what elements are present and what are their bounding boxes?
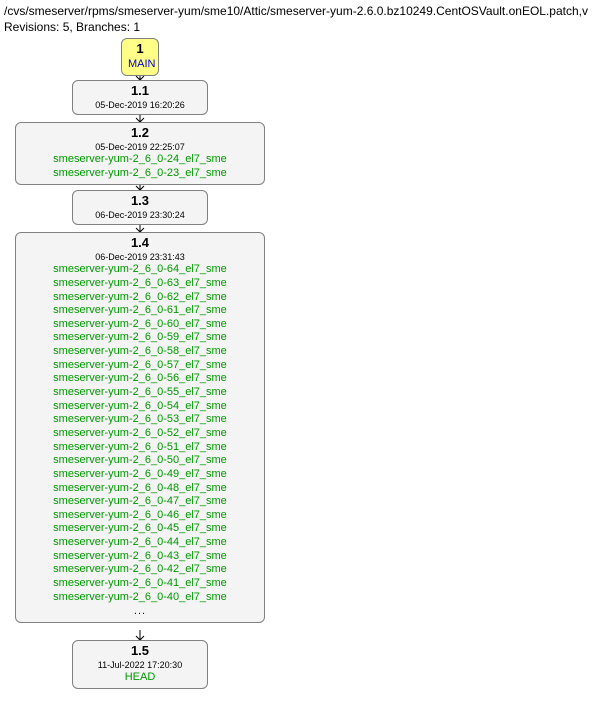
revisions-summary: Revisions: 5, Branches: 1 [4,20,140,34]
revision-tag: smeserver-yum-2_6_0-44_el7_sme [22,536,258,549]
revision-tag: smeserver-yum-2_6_0-52_el7_sme [22,427,258,440]
revision-tag: smeserver-yum-2_6_0-51_el7_sme [22,441,258,454]
revision-tag: smeserver-yum-2_6_0-63_el7_sme [22,277,258,290]
node-1-5-head: HEAD [79,671,201,684]
node-1-5-date: 11-Jul-2022 17:20:30 [79,660,201,670]
node-1-5[interactable]: 1.5 11-Jul-2022 17:20:30 HEAD [72,640,208,689]
revision-tag: smeserver-yum-2_6_0-57_el7_sme [22,359,258,372]
node-1-3-date: 06-Dec-2019 23:30:24 [79,210,201,220]
revision-tag: smeserver-yum-2_6_0-64_el7_sme [22,263,258,276]
revision-tag: smeserver-yum-2_6_0-54_el7_sme [22,400,258,413]
node-1-4-date: 06-Dec-2019 23:31:43 [22,252,258,262]
node-1-4[interactable]: 1.4 06-Dec-2019 23:31:43 smeserver-yum-2… [15,232,265,623]
revision-tag: smeserver-yum-2_6_0-24_el7_sme [22,153,258,166]
node-1-2-rev: 1.2 [22,126,258,141]
revision-tag: smeserver-yum-2_6_0-56_el7_sme [22,372,258,385]
node-1-3-rev: 1.3 [79,194,201,209]
revision-tag: smeserver-yum-2_6_0-55_el7_sme [22,386,258,399]
revision-tag: smeserver-yum-2_6_0-45_el7_sme [22,522,258,535]
revision-tag: smeserver-yum-2_6_0-42_el7_sme [22,563,258,576]
node-main[interactable]: 1 MAIN [121,38,159,76]
node-1-1[interactable]: 1.1 05-Dec-2019 16:20:26 [72,80,208,115]
node-1-4-rev: 1.4 [22,236,258,251]
revision-tag: smeserver-yum-2_6_0-43_el7_sme [22,550,258,563]
node-1-2[interactable]: 1.2 05-Dec-2019 22:25:07 smeserver-yum-2… [15,122,265,185]
node-1-1-date: 05-Dec-2019 16:20:26 [79,100,201,110]
revision-tag: smeserver-yum-2_6_0-40_el7_sme [22,591,258,604]
revision-tag: smeserver-yum-2_6_0-46_el7_sme [22,509,258,522]
revision-tag: smeserver-yum-2_6_0-49_el7_sme [22,468,258,481]
node-1-5-rev: 1.5 [79,644,201,659]
file-path: /cvs/smeserver/rpms/smeserver-yum/sme10/… [4,4,588,18]
node-1-1-rev: 1.1 [79,84,201,99]
revision-tag: smeserver-yum-2_6_0-62_el7_sme [22,291,258,304]
node-1-4-ellipsis: ... [22,605,258,618]
revision-tag: smeserver-yum-2_6_0-41_el7_sme [22,577,258,590]
revision-tag: smeserver-yum-2_6_0-23_el7_sme [22,167,258,180]
revision-tag: smeserver-yum-2_6_0-60_el7_sme [22,318,258,331]
revision-tag: smeserver-yum-2_6_0-58_el7_sme [22,345,258,358]
revision-tag: smeserver-yum-2_6_0-59_el7_sme [22,331,258,344]
node-1-3[interactable]: 1.3 06-Dec-2019 23:30:24 [72,190,208,225]
revision-tag: smeserver-yum-2_6_0-47_el7_sme [22,495,258,508]
node-main-label: MAIN [128,58,152,71]
node-1-2-date: 05-Dec-2019 22:25:07 [22,142,258,152]
revision-tag: smeserver-yum-2_6_0-50_el7_sme [22,454,258,467]
revision-tag: smeserver-yum-2_6_0-61_el7_sme [22,304,258,317]
revision-tag: smeserver-yum-2_6_0-53_el7_sme [22,413,258,426]
revision-tag: smeserver-yum-2_6_0-48_el7_sme [22,482,258,495]
node-main-rev: 1 [128,42,152,57]
